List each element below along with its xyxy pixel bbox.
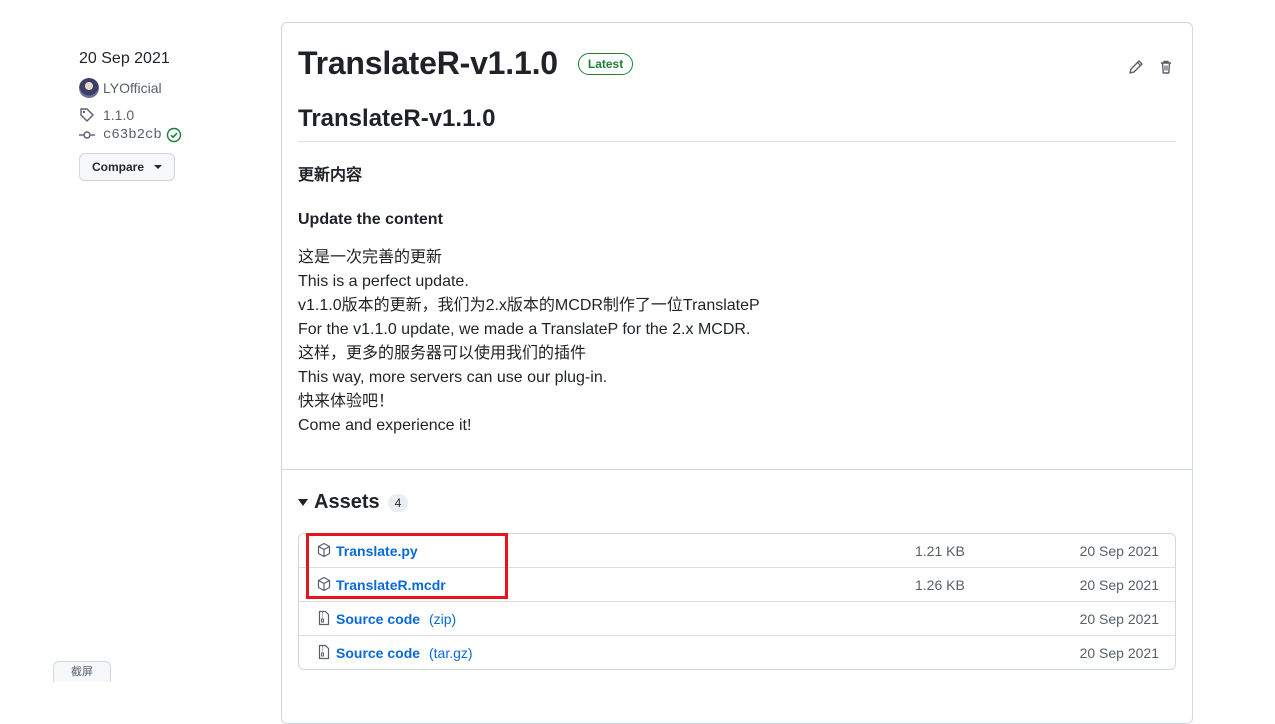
- asset-size: 1.21 KB: [915, 542, 965, 559]
- asset-date: 20 Sep 2021: [1079, 542, 1159, 559]
- delete-trash-icon[interactable]: [1158, 59, 1174, 80]
- asset-link[interactable]: Source code: [336, 611, 420, 627]
- tag-icon: [79, 107, 95, 123]
- asset-row: Source code (zip) 20 Sep 2021: [299, 601, 1175, 635]
- file-zip-icon: [316, 610, 332, 626]
- asset-format[interactable]: (zip): [429, 611, 456, 627]
- chevron-down-icon: [154, 165, 163, 169]
- commit-sha[interactable]: c63b2cb: [103, 127, 162, 143]
- highlight-box: [306, 533, 508, 599]
- compare-label: Compare: [92, 160, 145, 174]
- notes-subheading-en: Update the content: [298, 211, 443, 228]
- author-row[interactable]: LYOfficial: [79, 78, 259, 98]
- asset-size: 1.26 KB: [915, 576, 965, 593]
- author-name[interactable]: LYOfficial: [103, 80, 162, 96]
- notes-line: 快来体验吧！: [298, 393, 395, 410]
- assets-toggle[interactable]: Assets 4: [298, 491, 409, 514]
- notes-line: For the v1.1.0 update, we made a Transla…: [298, 321, 751, 338]
- notes-paragraph: 这是一次完善的更新 This is a perfect update. v1.1…: [298, 246, 1176, 438]
- asset-row: Source code (tar.gz) 20 Sep 2021: [299, 635, 1175, 669]
- commit-icon: [79, 127, 95, 143]
- notes-line: This way, more servers can use our plug-…: [298, 369, 608, 386]
- commit-row[interactable]: c63b2cb: [79, 127, 259, 143]
- edit-pencil-icon[interactable]: [1128, 59, 1144, 80]
- notes-heading: TranslateR-v1.1.0: [298, 105, 1176, 142]
- asset-date: 20 Sep 2021: [1079, 644, 1159, 661]
- file-zip-icon: [316, 644, 332, 660]
- asset-date: 20 Sep 2021: [1079, 576, 1159, 593]
- release-actions: [1128, 59, 1174, 80]
- release-notes: TranslateR-v1.1.0 更新内容 Update the conten…: [298, 105, 1176, 438]
- release-title[interactable]: TranslateR-v1.1.0: [298, 45, 558, 82]
- assets-title: Assets: [314, 491, 380, 513]
- release-card: TranslateR-v1.1.0 Latest TranslateR-v1.1…: [281, 22, 1193, 724]
- avatar[interactable]: [79, 78, 99, 98]
- compare-button[interactable]: Compare: [79, 153, 176, 181]
- release-date: 20 Sep 2021: [79, 50, 170, 67]
- asset-date: 20 Sep 2021: [1079, 610, 1159, 627]
- assets-count-badge: 4: [387, 493, 409, 512]
- card-divider: [282, 469, 1192, 470]
- triangle-down-icon: [298, 499, 308, 506]
- asset-format[interactable]: (tar.gz): [429, 645, 473, 661]
- tag-row[interactable]: 1.1.0: [79, 107, 259, 123]
- screenshot-tab[interactable]: 截屏: [53, 661, 111, 682]
- notes-line: Come and experience it!: [298, 417, 472, 434]
- release-header: TranslateR-v1.1.0 Latest: [298, 45, 634, 82]
- notes-line: 这是一次完善的更新: [298, 249, 443, 266]
- notes-line: v1.1.0版本的更新，我们为2.x版本的MCDR制作了一位TranslateP: [298, 297, 760, 314]
- tag-label[interactable]: 1.1.0: [103, 107, 134, 123]
- notes-line: This is a perfect update.: [298, 273, 469, 290]
- notes-line: 这样，更多的服务器可以使用我们的插件: [298, 345, 587, 362]
- release-meta: 20 Sep 2021 LYOfficial 1.1.0 c63b2cb Com…: [79, 48, 259, 181]
- asset-link[interactable]: Source code: [336, 645, 420, 661]
- verified-check-icon[interactable]: [166, 127, 182, 143]
- notes-subheading-cn: 更新内容: [298, 167, 363, 184]
- latest-badge: Latest: [577, 52, 634, 75]
